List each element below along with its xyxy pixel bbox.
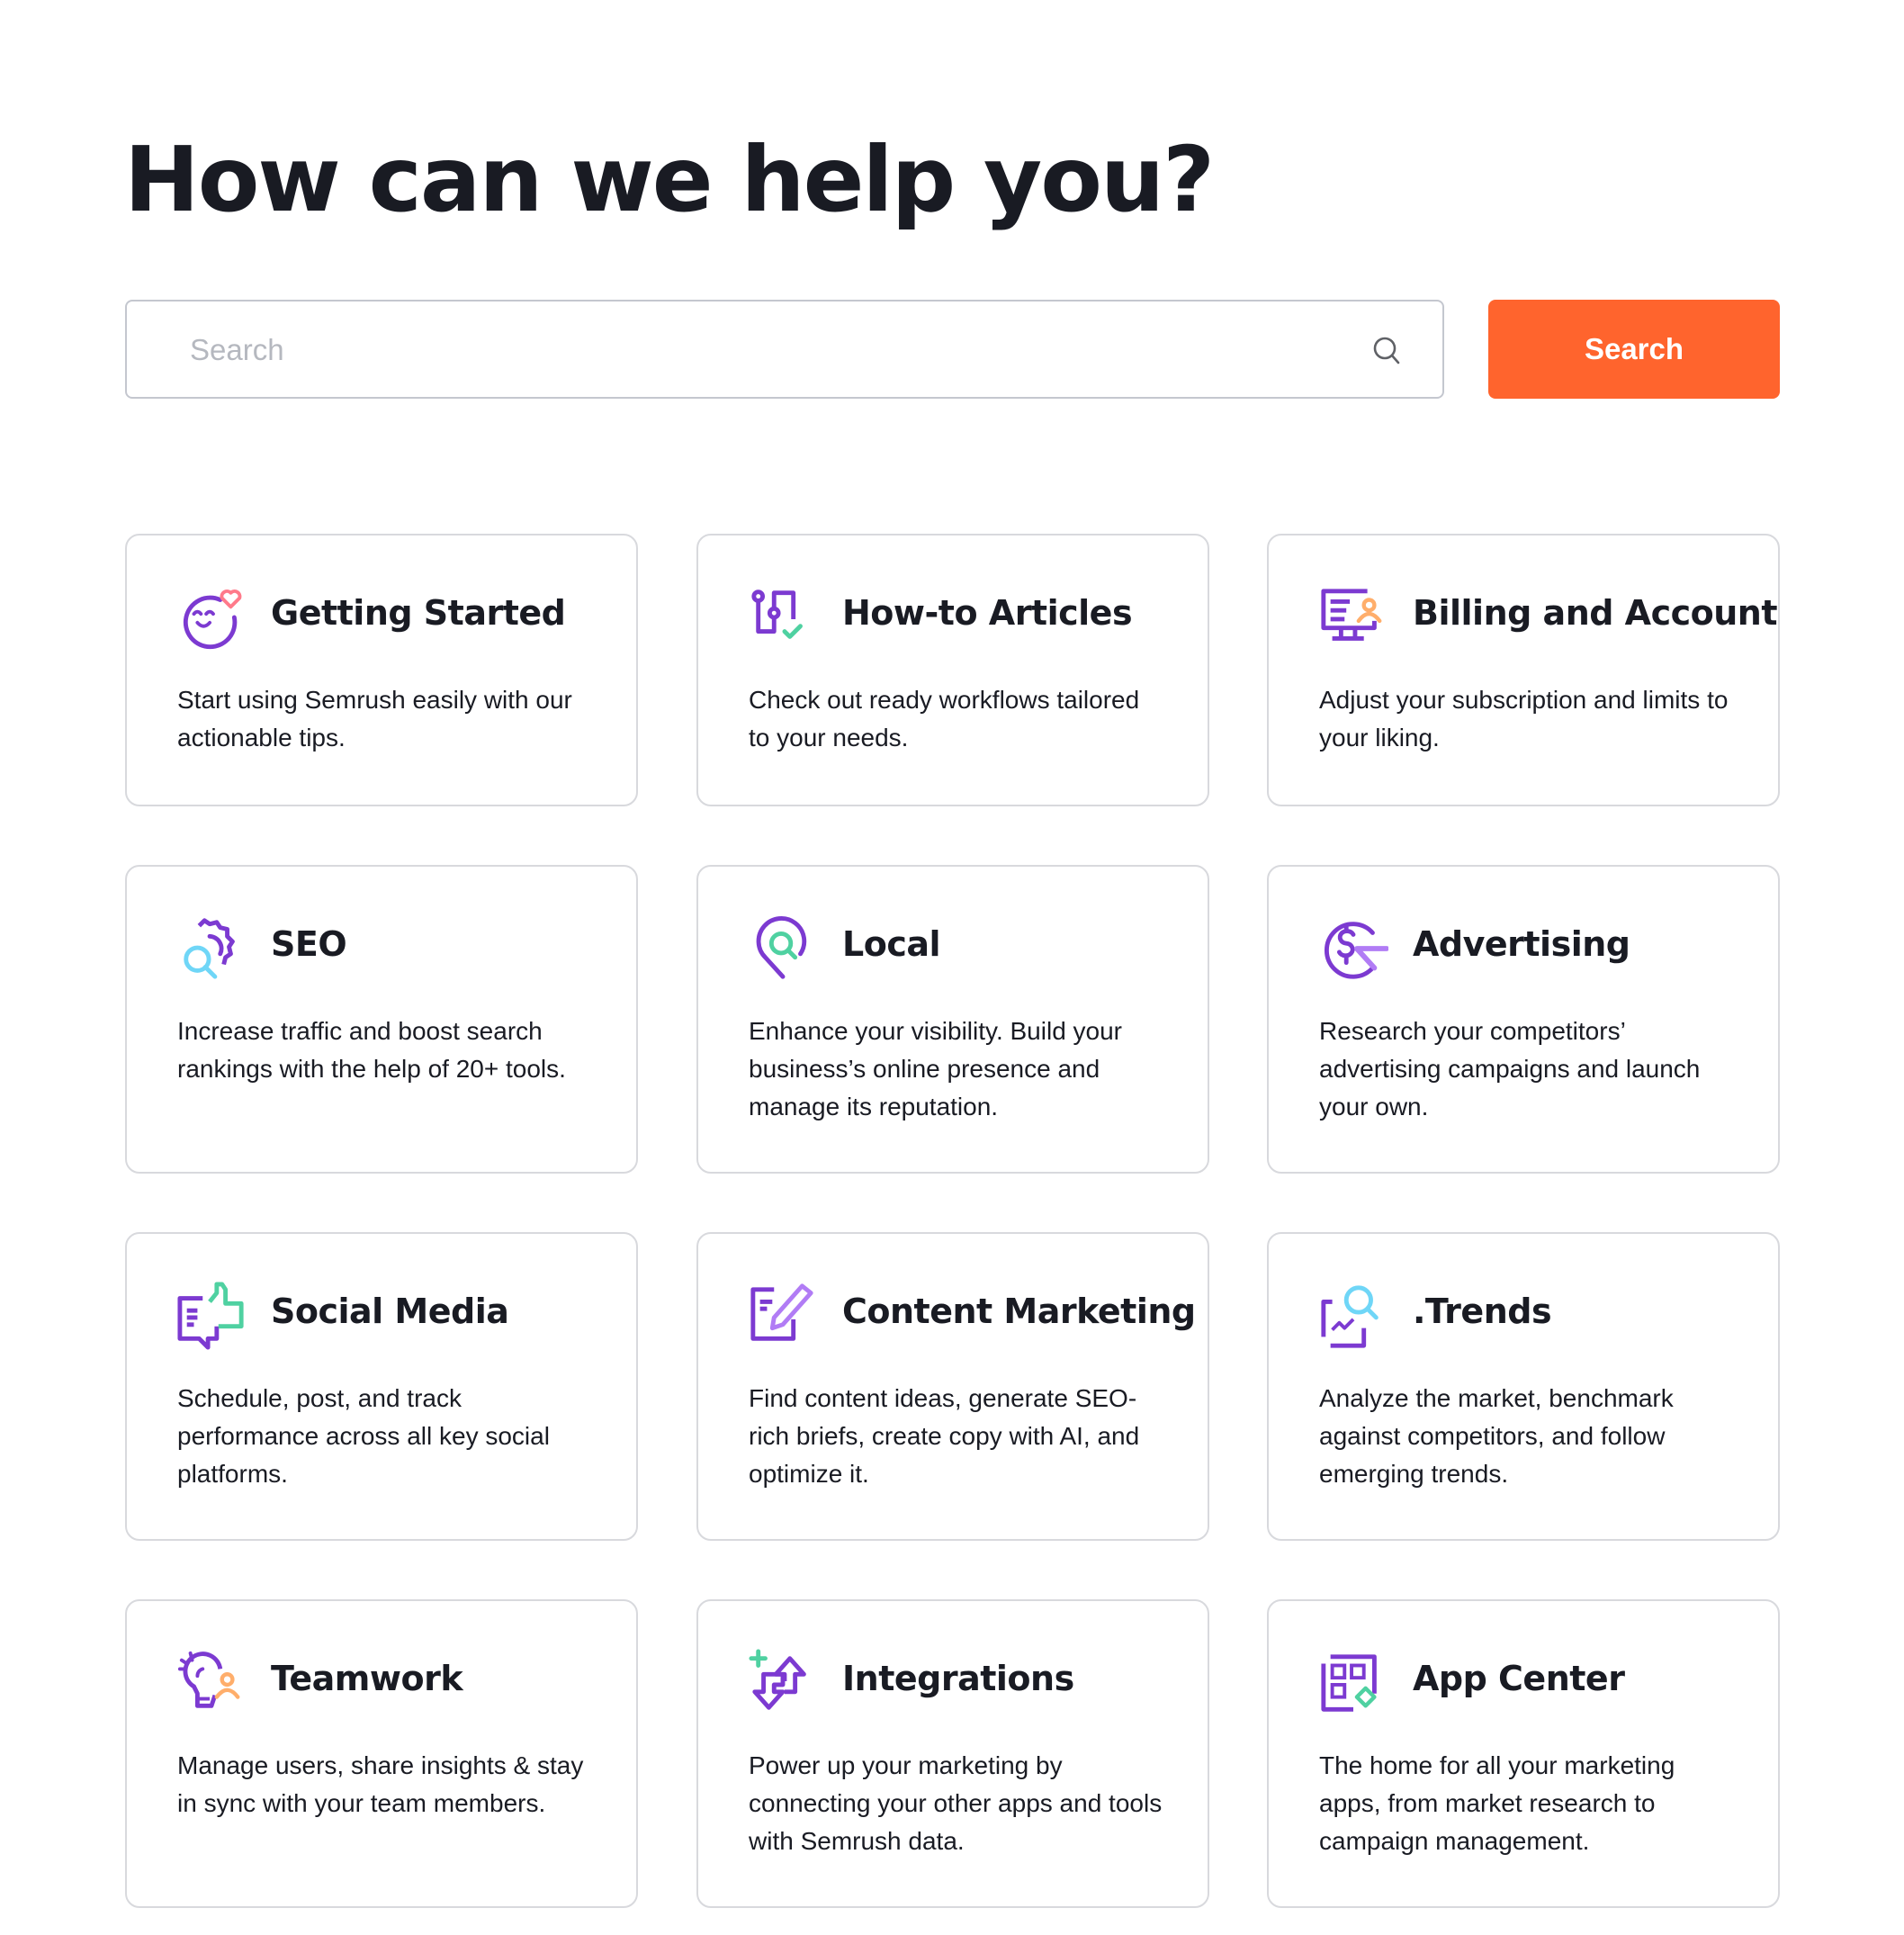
category-card-advertising[interactable]: Advertising Research your competitors’ a…: [1267, 865, 1780, 1174]
category-description: Manage users, share insights & stay in s…: [177, 1751, 584, 1817]
page-title: How can we help you?: [124, 127, 1215, 232]
category-title: App Center: [1413, 1659, 1625, 1698]
map-pin-search-icon: [756, 916, 807, 979]
search-button[interactable]: Search: [1488, 300, 1780, 399]
category-description: Start using Semrush easily with our acti…: [177, 686, 572, 752]
search-input[interactable]: [188, 302, 1361, 399]
monitor-user-icon: [1321, 589, 1382, 641]
category-title: Getting Started: [271, 593, 566, 633]
category-card-integrations[interactable]: Integrations Power up your marketing by …: [696, 1599, 1209, 1908]
workflow-path-check-icon: [751, 590, 803, 639]
category-description: The home for all your marketing apps, fr…: [1319, 1751, 1675, 1855]
category-card-trends[interactable]: .Trends Analyze the market, benchmark ag…: [1267, 1232, 1780, 1541]
arrows-exchange-plus-icon: [749, 1649, 806, 1710]
category-description: Power up your marketing by connecting yo…: [749, 1751, 1163, 1855]
category-title: Content Marketing: [842, 1292, 1196, 1331]
category-title: Local: [842, 924, 941, 964]
category-card-getting-started[interactable]: Getting Started Start using Semrush easi…: [125, 534, 638, 806]
category-card-social-media[interactable]: Social Media Schedule, post, and track p…: [125, 1232, 638, 1541]
category-title: Advertising: [1413, 924, 1630, 964]
category-description: Analyze the market, benchmark against co…: [1319, 1384, 1674, 1488]
document-pencil-icon: [750, 1283, 813, 1341]
category-title: Teamwork: [271, 1659, 463, 1698]
gear-magnifier-icon: [184, 918, 235, 979]
category-description: Schedule, post, and track performance ac…: [177, 1384, 550, 1488]
category-description: Adjust your subscription and limits to y…: [1319, 686, 1729, 752]
category-description: Check out ready workflows tailored to yo…: [749, 686, 1140, 752]
category-description: Enhance your visibility. Build your busi…: [749, 1017, 1123, 1120]
smiley-heart-icon: [183, 590, 242, 650]
category-card-seo[interactable]: SEO Increase traffic and boost search ra…: [125, 865, 638, 1174]
category-description: Research your competitors’ advertising c…: [1319, 1017, 1701, 1120]
dollar-cursor-icon: [1324, 922, 1388, 979]
category-description: Increase traffic and boost search rankin…: [177, 1017, 566, 1083]
category-card-app-center[interactable]: App Center The home for all your marketi…: [1267, 1599, 1780, 1908]
category-card-content-marketing[interactable]: Content Marketing Find content ideas, ge…: [696, 1232, 1209, 1541]
category-card-how-to-articles[interactable]: How-to Articles Check out ready workflow…: [696, 534, 1209, 806]
app-grid-diamond-icon: [1321, 1654, 1377, 1712]
category-title: Social Media: [271, 1292, 509, 1331]
category-title: How-to Articles: [842, 593, 1133, 633]
category-description: Find content ideas, generate SEO-rich br…: [749, 1384, 1140, 1488]
category-title: SEO: [271, 924, 347, 964]
category-card-billing-and-account[interactable]: Billing and Account Adjust your subscrip…: [1267, 534, 1780, 806]
category-card-local[interactable]: Local Enhance your visibility. Build you…: [696, 865, 1209, 1174]
lightbulb-user-icon: [177, 1651, 240, 1708]
category-title: .Trends: [1413, 1292, 1552, 1331]
category-card-teamwork[interactable]: Teamwork Manage users, share insights & …: [125, 1599, 638, 1908]
category-title: Billing and Account: [1413, 593, 1778, 633]
chart-magnifier-icon: [1321, 1285, 1379, 1348]
search-field[interactable]: [125, 300, 1444, 399]
chat-thumbs-up-icon: [177, 1282, 244, 1350]
search-icon[interactable]: [1370, 335, 1403, 367]
category-title: Integrations: [842, 1659, 1074, 1698]
